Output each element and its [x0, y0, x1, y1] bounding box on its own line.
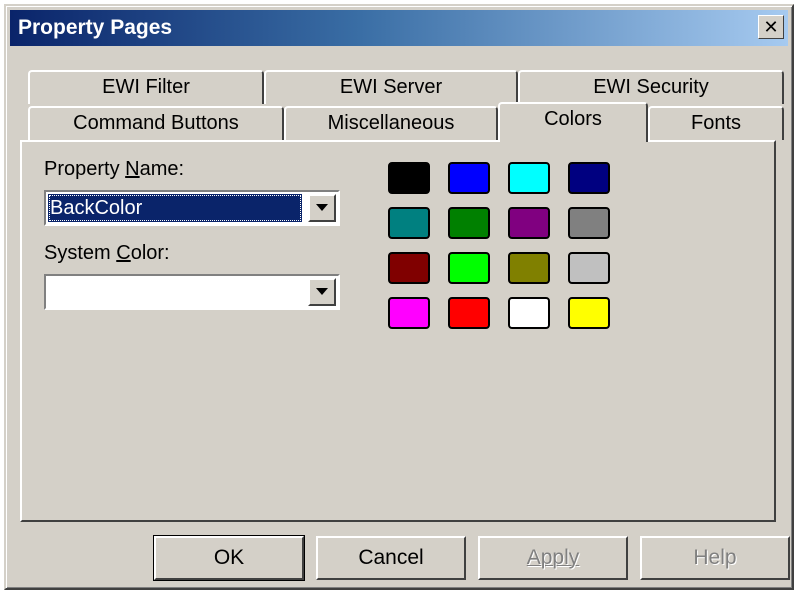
color-swatch[interactable]: [568, 162, 610, 194]
apply-button-label: Apply: [526, 546, 580, 569]
color-swatch[interactable]: [568, 252, 610, 284]
system-color-combo[interactable]: [44, 274, 340, 310]
tab-miscellaneous[interactable]: Miscellaneous: [284, 106, 498, 140]
cancel-button[interactable]: Cancel: [316, 536, 466, 580]
color-swatch[interactable]: [568, 297, 610, 329]
chevron-down-icon: [316, 204, 328, 211]
color-swatch[interactable]: [388, 162, 430, 194]
tab-ewi-filter[interactable]: EWI Filter: [28, 70, 264, 104]
property-name-dropdown-button[interactable]: [308, 194, 336, 222]
colors-tab-panel: Property Name: BackColor System Color:: [20, 140, 776, 522]
tab-label: Colors: [544, 108, 602, 130]
color-swatch[interactable]: [508, 252, 550, 284]
window-title: Property Pages: [18, 16, 173, 39]
tab-fonts[interactable]: Fonts: [648, 106, 784, 140]
cancel-button-label: Cancel: [358, 546, 424, 569]
title-bar: Property Pages ✕: [10, 10, 788, 46]
color-swatch[interactable]: [448, 297, 490, 329]
system-color-dropdown-button[interactable]: [308, 278, 336, 306]
tab-label: Miscellaneous: [327, 112, 455, 134]
chevron-down-icon: [316, 288, 328, 295]
color-swatch[interactable]: [568, 207, 610, 239]
color-swatch[interactable]: [508, 297, 550, 329]
color-swatch[interactable]: [508, 162, 550, 194]
color-swatch[interactable]: [508, 207, 550, 239]
property-name-label: Property Name:: [44, 158, 185, 180]
tab-label: EWI Security: [593, 76, 709, 98]
color-swatch[interactable]: [388, 252, 430, 284]
tab-label: EWI Server: [339, 76, 443, 98]
system-color-label: System Color:: [44, 242, 170, 264]
color-swatch[interactable]: [448, 207, 490, 239]
tab-ewi-security[interactable]: EWI Security: [518, 70, 784, 104]
tab-ewi-server[interactable]: EWI Server: [264, 70, 518, 104]
tab-label: Command Buttons: [73, 112, 239, 134]
system-color-value: [48, 278, 302, 306]
apply-button[interactable]: Apply: [478, 536, 628, 580]
property-name-combo[interactable]: BackColor: [44, 190, 340, 226]
close-icon: ✕: [763, 17, 779, 37]
ok-button[interactable]: OK: [153, 535, 305, 581]
color-swatch[interactable]: [388, 207, 430, 239]
tab-label: Fonts: [690, 112, 742, 134]
help-button[interactable]: Help: [640, 536, 790, 580]
color-swatch[interactable]: [388, 297, 430, 329]
ok-button-label: OK: [213, 546, 245, 569]
property-name-value: BackColor: [48, 194, 302, 222]
tab-command-buttons[interactable]: Command Buttons: [28, 106, 284, 140]
tab-colors[interactable]: Colors: [498, 102, 648, 142]
color-swatch[interactable]: [448, 252, 490, 284]
color-swatch[interactable]: [448, 162, 490, 194]
close-button[interactable]: ✕: [758, 15, 784, 39]
tab-label: EWI Filter: [102, 76, 190, 98]
help-button-label: Help: [693, 546, 737, 569]
